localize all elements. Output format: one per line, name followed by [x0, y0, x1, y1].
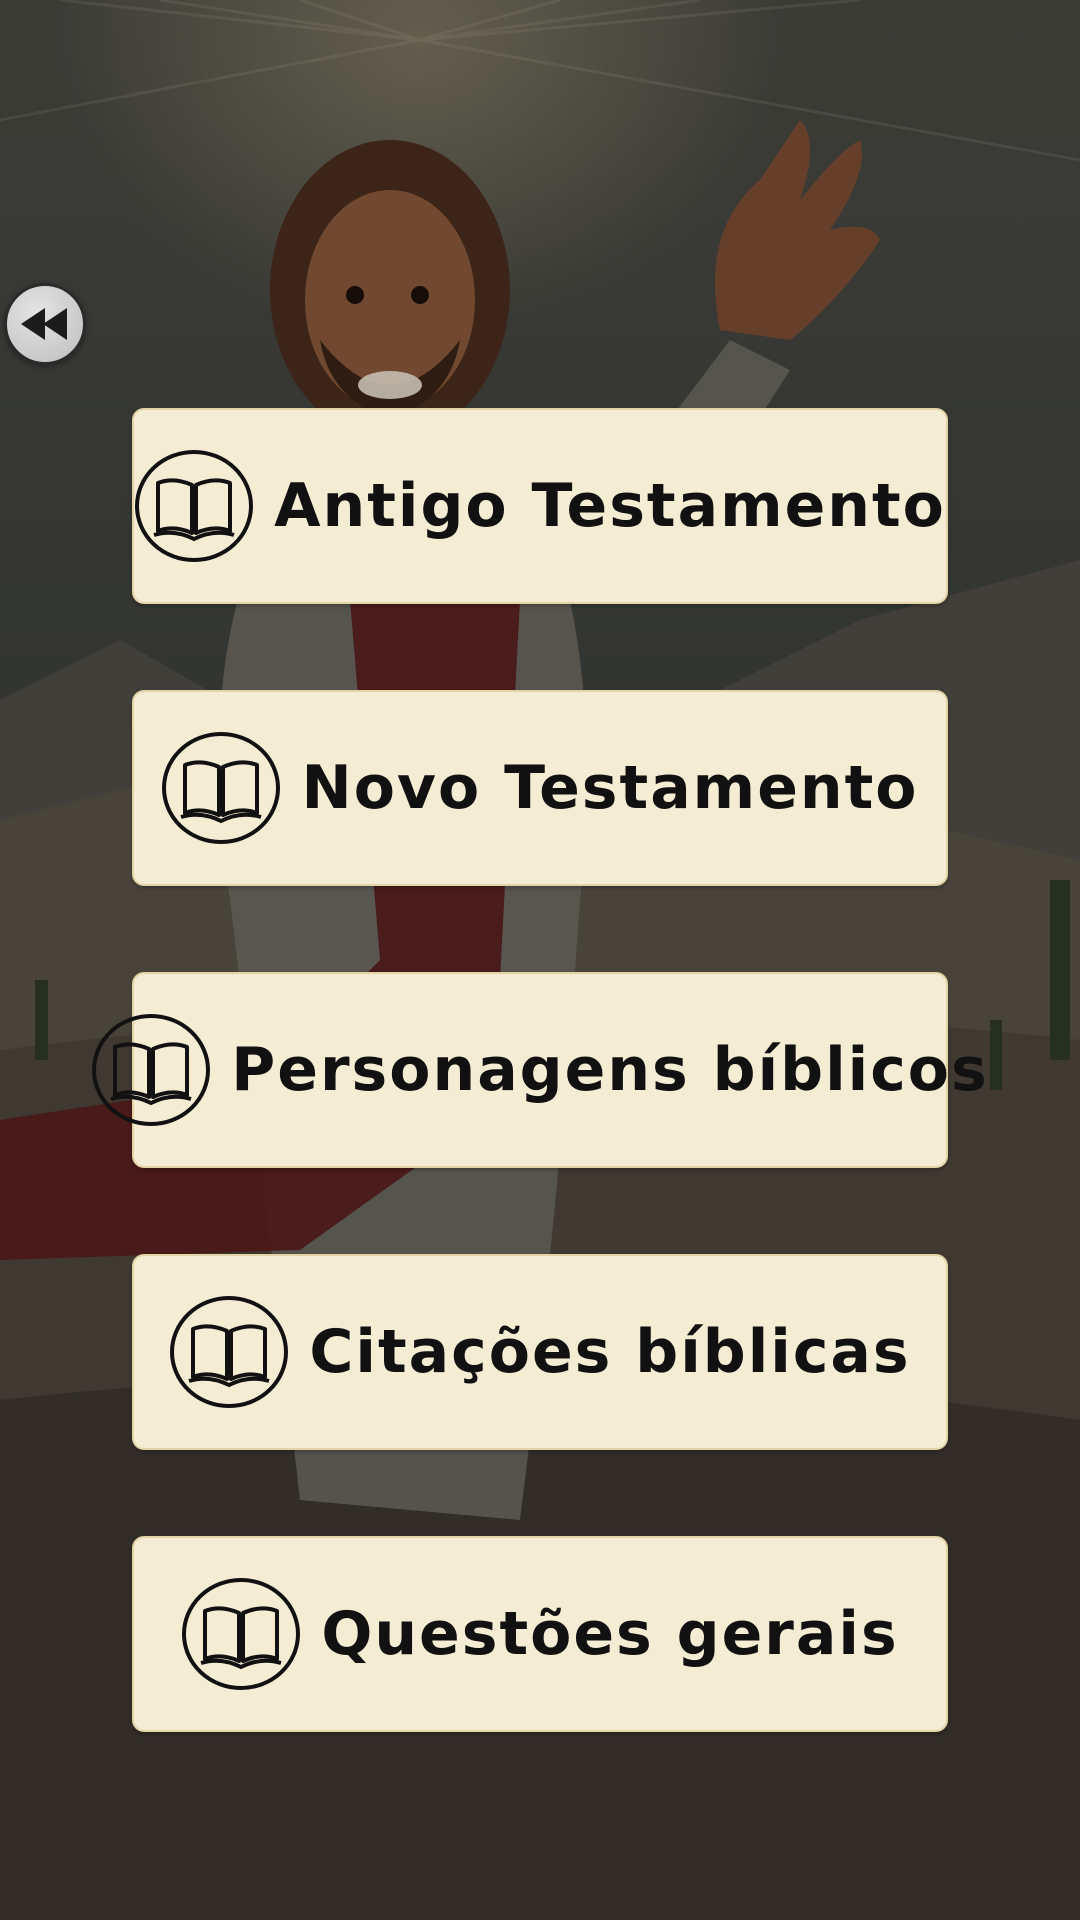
biblical-quotes-label: Citações bíblicas [309, 1317, 911, 1387]
open-book-icon [135, 450, 254, 562]
old-testament-label: Antigo Testamento [274, 471, 946, 541]
rewind-icon [21, 308, 67, 340]
open-book-icon [170, 1296, 289, 1408]
general-questions-label: Questões gerais [321, 1599, 899, 1669]
open-book-icon [162, 732, 281, 844]
biblical-characters-label: Personagens bíblicos [231, 1035, 989, 1105]
open-book-icon [92, 1014, 211, 1126]
biblical-quotes-button[interactable]: Citações bíblicas [132, 1254, 948, 1450]
biblical-characters-button[interactable]: Personagens bíblicos [92, 972, 987, 1168]
open-book-icon [182, 1578, 301, 1690]
new-testament-label: Novo Testamento [301, 753, 919, 823]
old-testament-button[interactable]: Antigo Testamento [132, 408, 948, 604]
main-menu: Antigo Testamento Novo Testamento Person… [92, 408, 987, 1818]
general-questions-button[interactable]: Questões gerais [132, 1536, 948, 1732]
back-button[interactable] [4, 283, 86, 365]
new-testament-button[interactable]: Novo Testamento [132, 690, 948, 886]
